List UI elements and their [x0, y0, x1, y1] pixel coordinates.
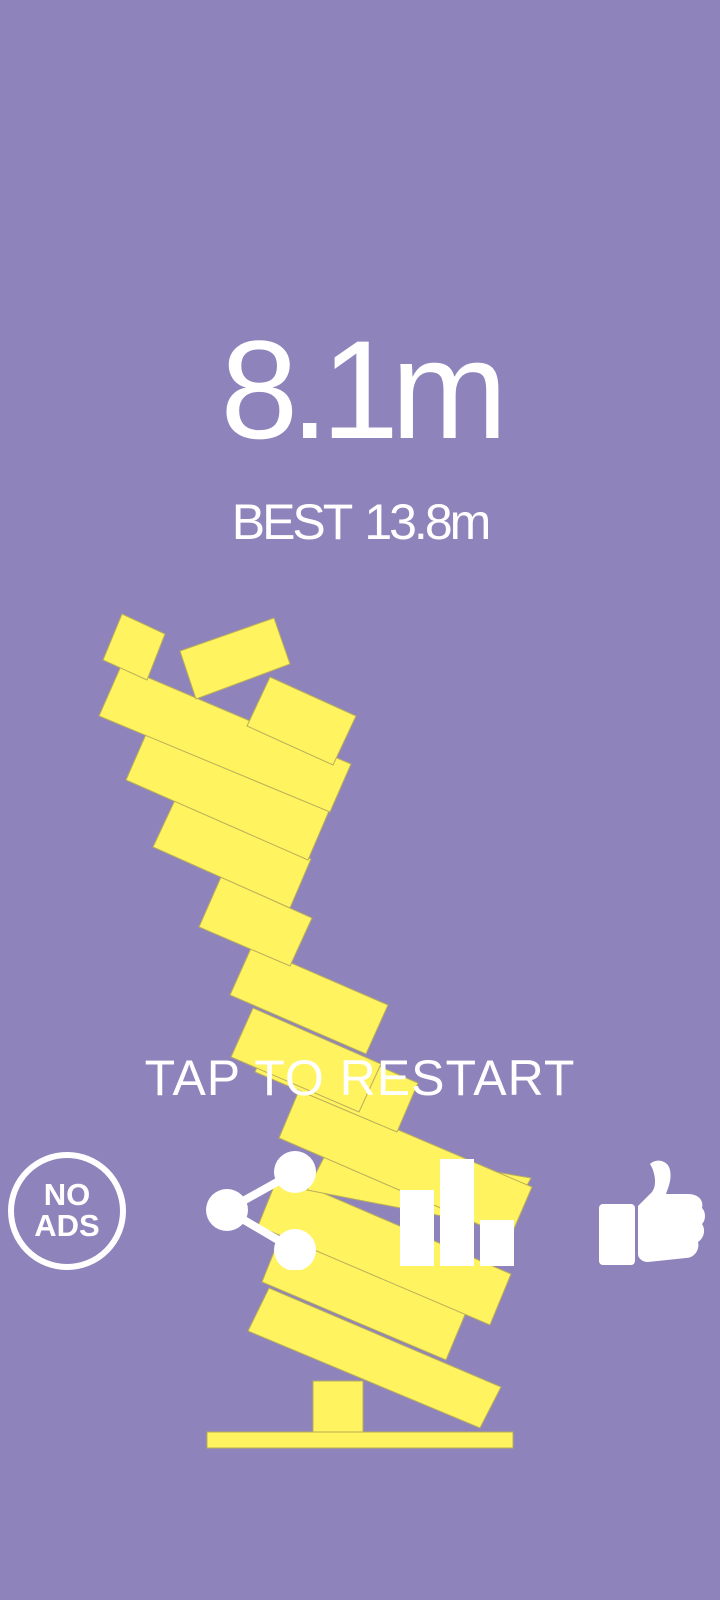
- tower-block: [102, 613, 166, 681]
- base-pedestal: [312, 1380, 364, 1433]
- block-tower: [98, 613, 533, 1449]
- best-score-value: 13.8m: [364, 494, 491, 550]
- tap-to-restart-prompt[interactable]: TAP TO RESTART: [0, 1048, 720, 1108]
- rate-button[interactable]: [596, 1158, 708, 1268]
- no-ads-label-line1: NO: [43, 1177, 91, 1212]
- game-screen[interactable]: 8.1m BEST 13.8m TAP TO RESTART NO ADS: [0, 0, 720, 1600]
- no-ads-label-line2: ADS: [34, 1208, 100, 1243]
- share-button[interactable]: [202, 1150, 322, 1271]
- best-score: BEST 13.8m: [0, 492, 720, 552]
- thumbs-up-icon: [599, 1160, 705, 1265]
- leaderboard-icon: [400, 1159, 514, 1266]
- share-icon: [206, 1151, 316, 1271]
- best-score-label: BEST: [231, 494, 354, 550]
- no-ads-button[interactable]: NO ADS: [8, 1152, 126, 1270]
- current-height-score: 8.1m: [220, 311, 507, 468]
- leaderboard-button[interactable]: [398, 1158, 518, 1268]
- ground-platform: [206, 1431, 514, 1449]
